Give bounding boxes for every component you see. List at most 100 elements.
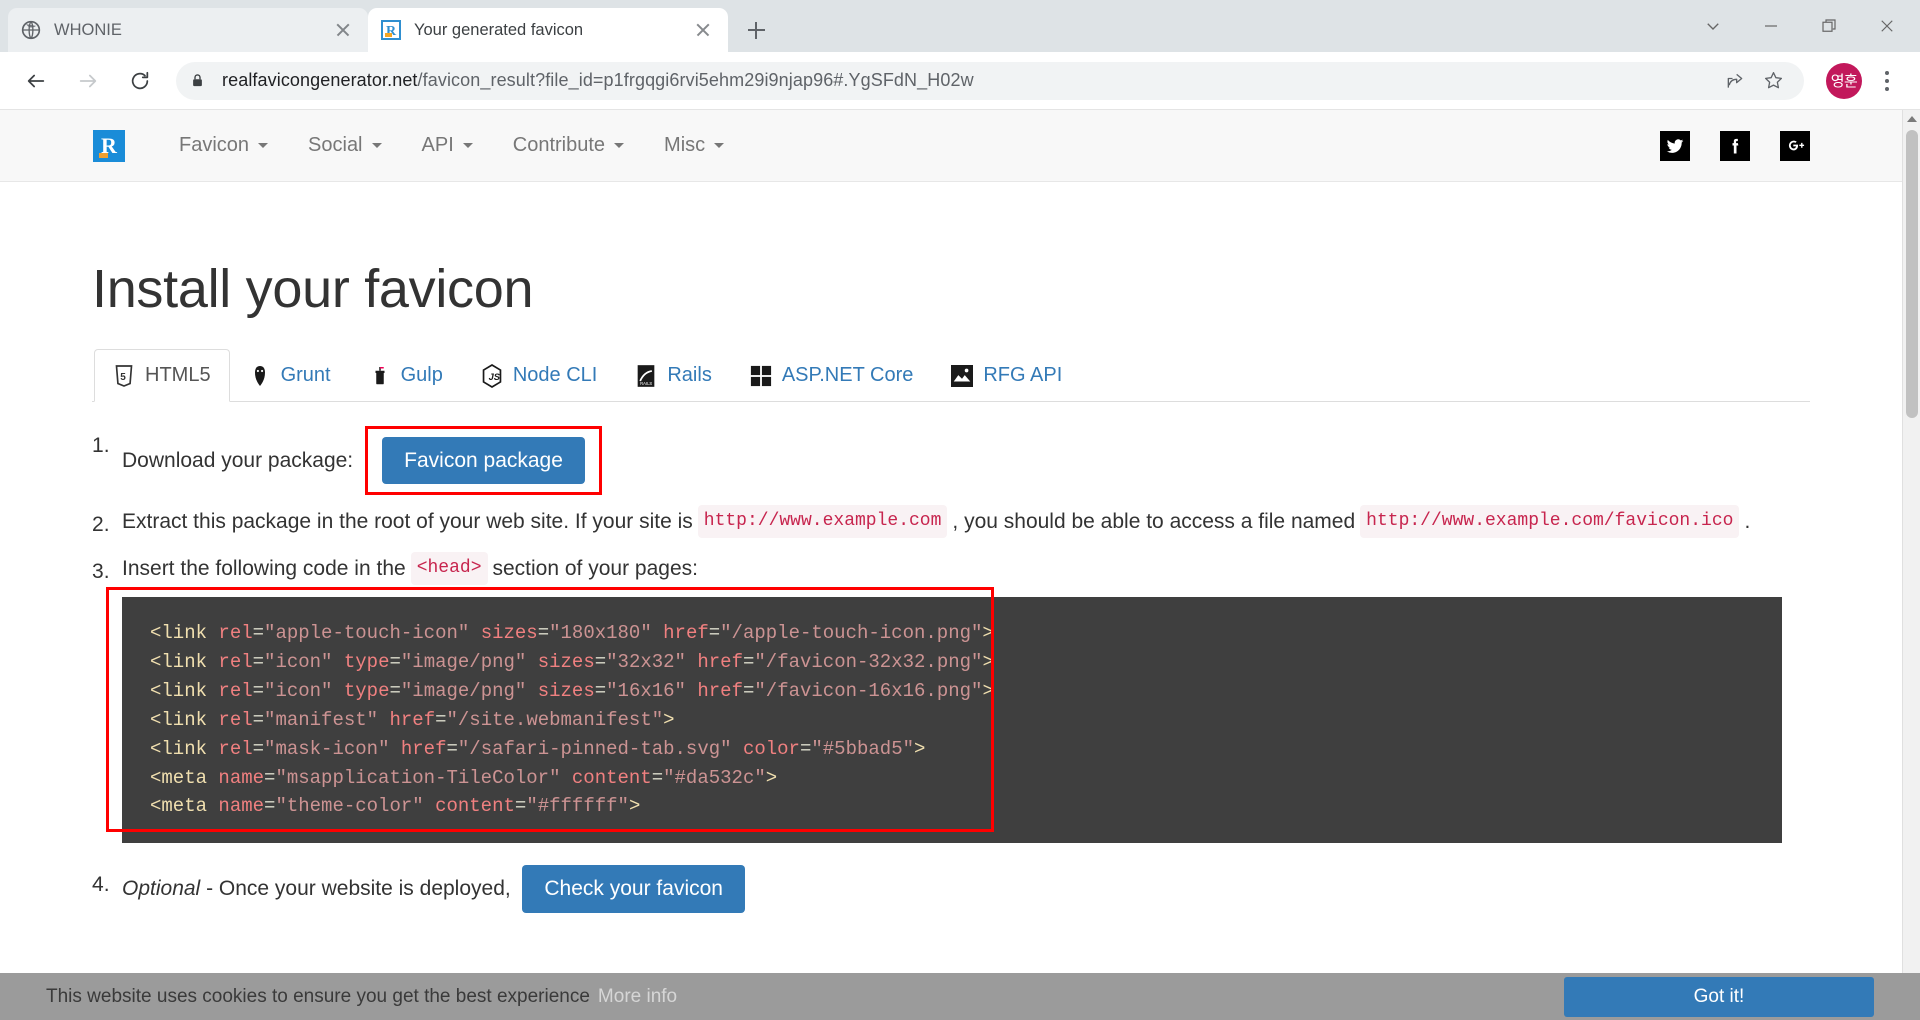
html5-icon: 5 <box>113 364 135 387</box>
tab-rfg-api[interactable]: RFG API <box>932 349 1081 402</box>
step-3-suffix: section of your pages: <box>492 556 698 580</box>
tab-label: ASP.NET Core <box>781 364 914 386</box>
step-2: Extract this package in the root of your… <box>92 505 1810 541</box>
platform-tabs: 5 HTML5 Grunt Gulp JS Node CLI RAILS Rai… <box>92 348 1810 402</box>
gulp-icon <box>369 365 391 387</box>
favicon-ico-url-code: http://www.example.com/favicon.ico <box>1360 505 1740 539</box>
nav-item-social[interactable]: Social <box>288 134 401 157</box>
chevron-down-icon <box>258 143 269 148</box>
step-1-text: Download your package: <box>122 448 354 472</box>
step-2-prefix: Extract this package in the root of your… <box>122 509 693 533</box>
nav-item-contribute[interactable]: Contribute <box>493 134 644 157</box>
chevron-down-icon <box>714 143 725 148</box>
avatar[interactable]: 영훈 <box>1826 62 1862 99</box>
restore-icon[interactable] <box>1800 0 1858 52</box>
new-tab-button[interactable] <box>734 8 778 52</box>
code-snippet-wrapper: <link rel="apple-touch-icon" sizes="180x… <box>106 587 1810 844</box>
tab-label: Grunt <box>280 364 331 386</box>
cookie-consent-bar: This website uses cookies to ensure you … <box>0 973 1920 1020</box>
rfg-logo-icon: R <box>380 19 402 41</box>
tab-rails[interactable]: RAILS Rails <box>616 349 730 402</box>
address-bar[interactable]: realfavicongenerator.net/favicon_result?… <box>176 61 1804 100</box>
close-icon[interactable] <box>690 17 716 43</box>
lock-icon <box>190 72 210 89</box>
install-steps: Download your package: Favicon package E… <box>92 426 1810 913</box>
rfg-api-icon <box>951 364 974 387</box>
site-navbar: R Favicon Social API Contribute Misc <box>0 110 1902 182</box>
scroll-up-button[interactable] <box>1903 110 1920 128</box>
tab-aspnet-core[interactable]: ASP.NET Core <box>731 349 933 402</box>
scrollbar-thumb[interactable] <box>1906 130 1918 418</box>
nav-social-links <box>1660 130 1872 161</box>
chevron-down-icon[interactable] <box>1684 0 1742 52</box>
nav-label: Contribute <box>512 134 606 156</box>
tab-label: Node CLI <box>512 364 598 386</box>
nav-label: API <box>421 134 454 156</box>
svg-text:RAILS: RAILS <box>641 381 653 386</box>
favicon-code-block[interactable]: <link rel="apple-touch-icon" sizes="180x… <box>122 597 1782 844</box>
tab-title: Your generated favicon <box>414 20 584 39</box>
twitter-icon[interactable] <box>1660 130 1690 161</box>
chevron-down-icon <box>462 143 473 148</box>
grunt-icon <box>249 365 271 387</box>
tab-label: HTML5 <box>145 364 211 386</box>
nav-item-favicon[interactable]: Favicon <box>159 134 288 157</box>
page-scrollbar[interactable] <box>1902 110 1920 1020</box>
svg-text:JS: JS <box>488 372 500 382</box>
chevron-down-icon <box>371 143 382 148</box>
window-controls <box>1684 0 1920 52</box>
share-icon[interactable] <box>1718 64 1752 98</box>
step-1: Download your package: Favicon package <box>92 426 1810 496</box>
highlight-box-package: Favicon package <box>365 426 602 496</box>
svg-text:5: 5 <box>120 372 126 383</box>
browser-titlebar: WHONIE R Your generated favicon <box>0 0 1920 52</box>
page-viewport: R Favicon Social API Contribute Misc Ins… <box>0 110 1920 1020</box>
facebook-icon[interactable] <box>1720 130 1750 161</box>
tab-label: Gulp <box>400 364 443 386</box>
step-4-optional-label: Optional <box>122 877 201 901</box>
rfg-brand-logo[interactable]: R <box>93 129 125 162</box>
omnibox-actions <box>1718 64 1790 98</box>
globe-icon <box>20 19 42 41</box>
web-page: R Favicon Social API Contribute Misc Ins… <box>0 110 1902 1020</box>
url-text: realfavicongenerator.net/favicon_result?… <box>222 70 1708 91</box>
step-2-suffix: . <box>1744 509 1751 533</box>
three-dots-menu-icon[interactable] <box>1872 70 1902 91</box>
tab-html5[interactable]: 5 HTML5 <box>94 349 230 402</box>
example-url-code: http://www.example.com <box>697 505 948 539</box>
close-icon[interactable] <box>330 17 356 43</box>
forward-arrow-icon[interactable] <box>68 61 108 101</box>
reload-icon[interactable] <box>120 61 160 101</box>
nav-item-api[interactable]: API <box>402 134 493 157</box>
step-4-text: - Once your website is deployed, <box>206 877 511 901</box>
back-arrow-icon[interactable] <box>16 61 56 101</box>
tab-grunt[interactable]: Grunt <box>230 349 350 402</box>
page-content: Install your favicon 5 HTML5 Grunt Gulp … <box>0 258 1902 1020</box>
browser-toolbar: realfavicongenerator.net/favicon_result?… <box>0 52 1920 110</box>
tab-gulp[interactable]: Gulp <box>350 349 462 402</box>
tab-title: WHONIE <box>54 20 122 39</box>
cookie-text: This website uses cookies to ensure you … <box>46 985 590 1007</box>
tab-node-cli[interactable]: JS Node CLI <box>462 349 617 402</box>
head-tag-code: <head> <box>410 552 488 586</box>
nodejs-icon: JS <box>481 363 503 388</box>
nav-item-misc[interactable]: Misc <box>644 134 744 157</box>
cookie-more-info-link[interactable]: More info <box>598 986 677 1008</box>
windows-icon <box>750 365 772 387</box>
browser-tab-favicon[interactable]: R Your generated favicon <box>368 8 728 52</box>
cookie-got-it-button[interactable]: Got it! <box>1564 976 1874 1017</box>
favicon-package-button[interactable]: Favicon package <box>382 437 585 485</box>
browser-tab-whonie[interactable]: WHONIE <box>8 8 368 52</box>
step-3-prefix: Insert the following code in the <box>122 556 406 580</box>
nav-label: Social <box>308 134 363 156</box>
page-title: Install your favicon <box>92 259 534 319</box>
close-icon[interactable] <box>1858 0 1916 52</box>
browser-window: WHONIE R Your generated favicon realfavi… <box>0 0 1920 1020</box>
star-icon[interactable] <box>1756 64 1790 98</box>
step-3: Insert the following code in the <head> … <box>92 552 1810 844</box>
nav-label: Misc <box>664 134 706 156</box>
minimize-icon[interactable] <box>1742 0 1800 52</box>
rails-icon: RAILS <box>635 364 657 387</box>
googleplus-icon[interactable] <box>1780 130 1810 161</box>
check-your-favicon-button[interactable]: Check your favicon <box>522 865 745 913</box>
